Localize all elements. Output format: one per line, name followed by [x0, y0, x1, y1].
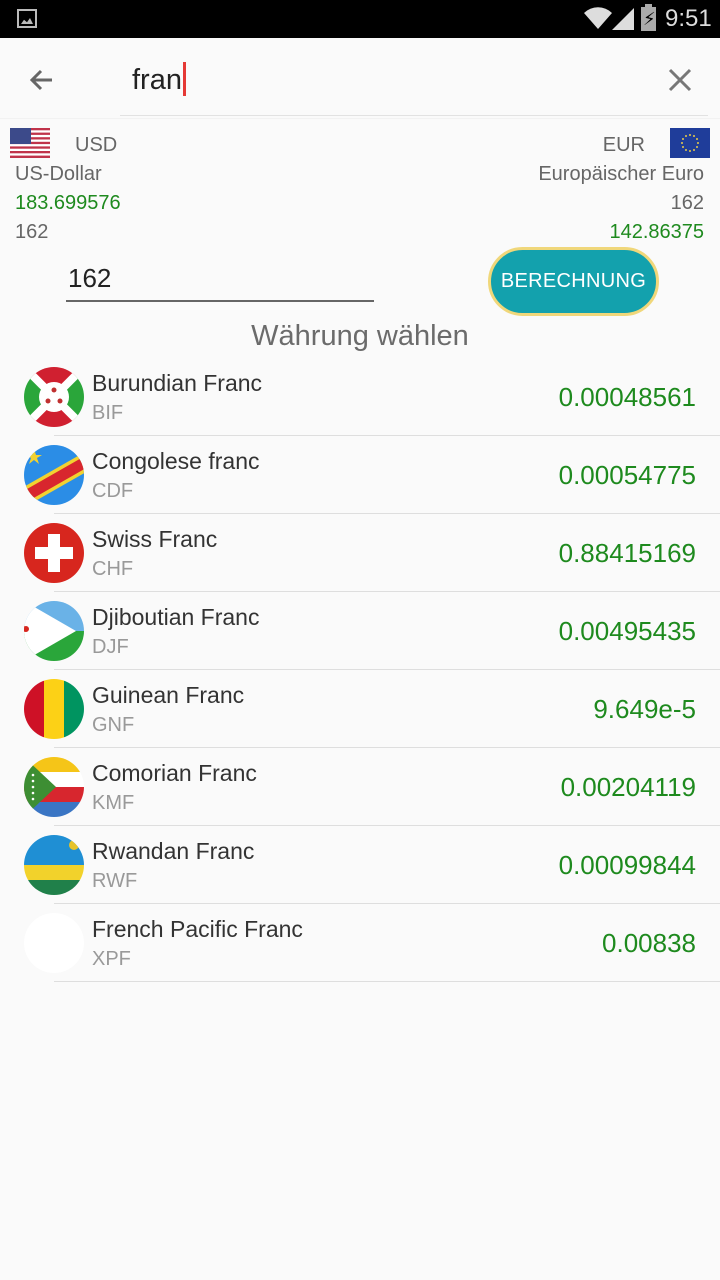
currency-rate: 0.88415169: [558, 538, 696, 568]
section-title: Währung wählen: [251, 320, 469, 352]
wifi-icon: [584, 7, 612, 30]
search-toolbar: fran: [0, 38, 720, 118]
currency-rate: 9.649e-5: [593, 694, 696, 724]
signal-icon: [612, 8, 634, 30]
rwanda-flag-icon: [24, 835, 84, 895]
us-flag-icon[interactable]: [10, 128, 50, 158]
currency-row-djf[interactable]: Djiboutian Franc DJF 0.00495435: [0, 592, 720, 670]
currency-name: Swiss Franc: [92, 526, 218, 552]
blank-flag-icon: [24, 913, 84, 973]
image-notification-icon: [17, 9, 37, 28]
comoros-flag-icon: [24, 757, 84, 817]
battery-charging-icon: ⚡: [641, 4, 656, 31]
search-underline: [120, 115, 708, 116]
currency-row-cdf[interactable]: Congolese franc CDF 0.00054775: [0, 436, 720, 514]
currency-rate: 0.00048561: [558, 382, 696, 412]
currency-code: KMF: [92, 792, 135, 814]
currency-code: CHF: [92, 558, 134, 580]
arrow-left-icon[interactable]: [22, 60, 62, 100]
currency-name: French Pacific Franc: [92, 916, 303, 942]
currency-rate: 0.00204119: [560, 772, 696, 802]
currency-list: Burundian Franc BIF 0.00048561 Congolese…: [0, 358, 720, 982]
from-converted-value: 183.699576: [15, 192, 121, 214]
currency-code: CDF: [92, 480, 134, 502]
currency-row-bif[interactable]: Burundian Franc BIF 0.00048561: [0, 358, 720, 436]
currency-row-chf[interactable]: Swiss Franc CHF 0.88415169: [0, 514, 720, 592]
currency-code: BIF: [92, 402, 124, 424]
currency-row-gnf[interactable]: Guinean Franc GNF 9.649e-5: [0, 670, 720, 748]
currency-code: RWF: [92, 870, 138, 892]
calculate-button[interactable]: BERECHNUNG: [488, 247, 659, 316]
to-currency-code: EUR: [602, 134, 645, 156]
amount-input[interactable]: 162: [66, 258, 374, 302]
switzerland-flag-icon: [24, 523, 84, 583]
status-time: 9:51: [665, 5, 712, 32]
currency-name: Djiboutian Franc: [92, 604, 260, 630]
to-amount: 162: [670, 192, 704, 214]
currency-row-kmf[interactable]: Comorian Franc KMF 0.00204119: [0, 748, 720, 826]
currency-rate: 0.00838: [602, 928, 696, 958]
currency-name: Congolese franc: [92, 448, 260, 474]
from-amount: 162: [15, 221, 49, 243]
currency-name: Rwandan Franc: [92, 838, 255, 864]
from-currency-code: USD: [75, 134, 118, 156]
currency-row-rwf[interactable]: Rwandan Franc RWF 0.00099844: [0, 826, 720, 904]
currency-name: Guinean Franc: [92, 682, 245, 708]
burundi-flag-icon: [24, 367, 84, 427]
currency-rate: 0.00099844: [558, 850, 696, 880]
search-query: fran: [132, 64, 182, 96]
to-currency-name: Europäischer Euro: [538, 163, 704, 185]
search-input[interactable]: fran: [132, 58, 632, 102]
currency-row-xpf[interactable]: French Pacific Franc XPF 0.00838: [0, 904, 720, 982]
close-icon[interactable]: [660, 60, 700, 100]
currency-code: DJF: [92, 636, 129, 658]
to-converted-value: 142.86375: [609, 221, 704, 243]
currency-rate: 0.00054775: [558, 460, 696, 490]
eu-flag-icon[interactable]: [670, 128, 710, 158]
djibouti-flag-icon: [24, 601, 84, 661]
currency-rate: 0.00495435: [558, 616, 696, 646]
currency-name: Comorian Franc: [92, 760, 257, 786]
guinea-flag-icon: [24, 679, 84, 739]
currency-code: GNF: [92, 714, 135, 736]
text-caret: [182, 62, 186, 97]
status-bar: ⚡ 9:51: [0, 0, 720, 38]
currency-name: Burundian Franc: [92, 370, 263, 396]
row-divider: [54, 981, 720, 982]
currency-code: XPF: [92, 948, 131, 970]
from-currency-name: US-Dollar: [15, 163, 102, 185]
drc-flag-icon: [24, 445, 84, 505]
